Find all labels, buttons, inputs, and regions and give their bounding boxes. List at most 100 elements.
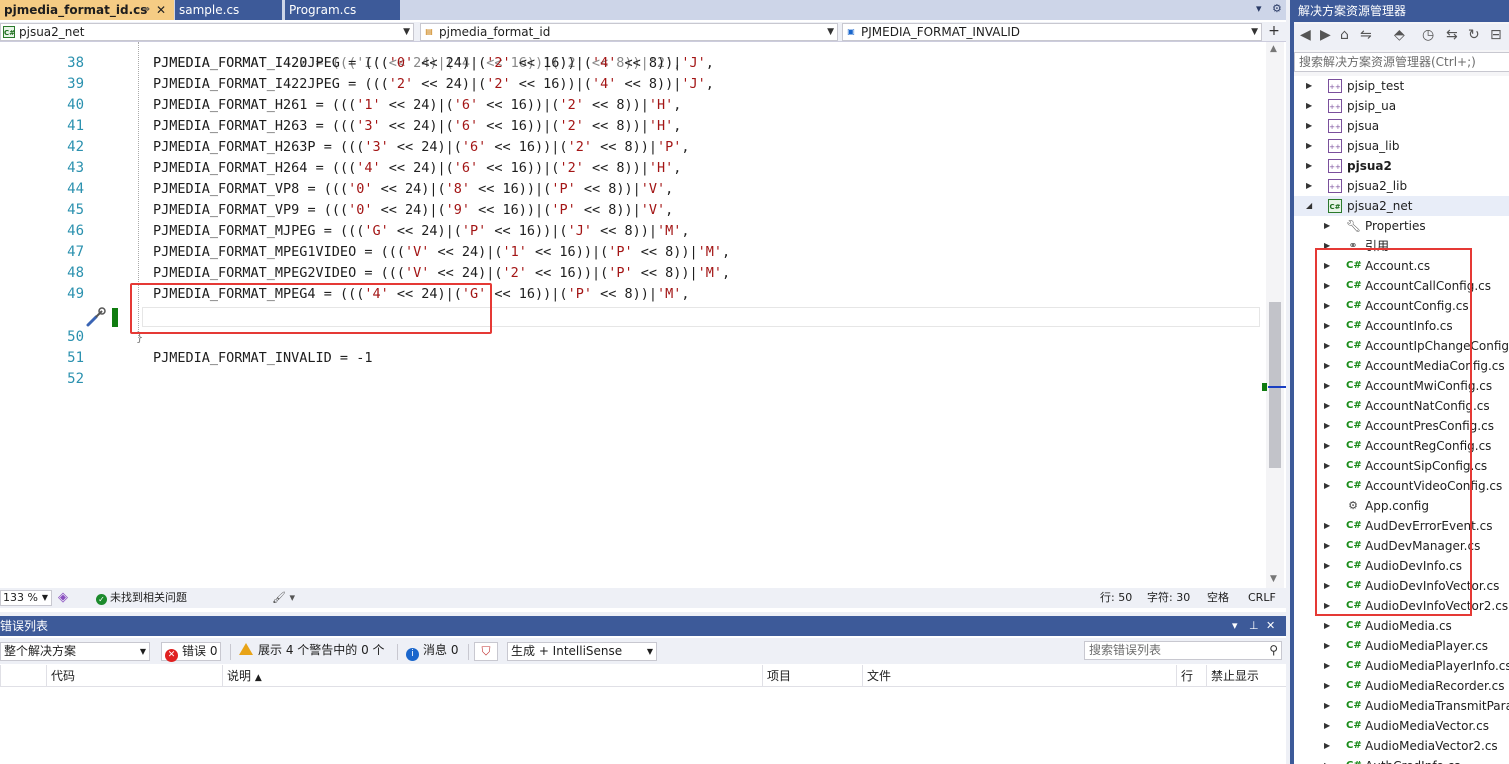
file-node[interactable]: ▶ C#AudioMediaTransmitParam.cs bbox=[1294, 696, 1509, 716]
column-header-description[interactable]: 说明 ▲ bbox=[222, 665, 762, 687]
back-icon[interactable]: ◀ bbox=[1300, 27, 1311, 43]
settings-icon[interactable]: ⚙ bbox=[1272, 2, 1282, 15]
chevron-right-icon[interactable]: ▶ bbox=[1324, 696, 1330, 716]
source-combo[interactable]: 生成 + IntelliSense ▼ bbox=[507, 642, 657, 661]
switch-views-icon[interactable]: ⇋ bbox=[1360, 27, 1372, 43]
close-icon[interactable]: ✕ bbox=[156, 0, 166, 20]
column-header-code[interactable]: 代码 bbox=[46, 665, 222, 687]
history-icon[interactable]: ◷ bbox=[1422, 27, 1434, 43]
chevron-right-icon[interactable]: ▶ bbox=[1324, 616, 1330, 636]
char-literal: 'V' bbox=[404, 244, 430, 260]
scrollbar-thumb[interactable] bbox=[1269, 302, 1281, 468]
chevron-right-icon[interactable]: ▶ bbox=[1324, 656, 1330, 676]
home-icon[interactable]: ⌂ bbox=[1340, 27, 1349, 43]
file-node[interactable]: ▶ C# AudioMediaPlayerInfo.cs bbox=[1294, 656, 1509, 676]
column-header-project[interactable]: 项目 bbox=[762, 665, 862, 687]
chevron-right-icon[interactable]: ▶ bbox=[1306, 156, 1312, 176]
type-combo[interactable]: ▤ pjmedia_format_id ▼ bbox=[420, 23, 838, 41]
dropdown-icon[interactable]: ▾ bbox=[1232, 616, 1238, 636]
project-node[interactable]: ▶ ++ pjsip_test bbox=[1294, 76, 1509, 96]
chevron-right-icon[interactable]: ▶ bbox=[1306, 96, 1312, 116]
file-node[interactable]: ▶ C# AudioMediaPlayer.cs bbox=[1294, 636, 1509, 656]
chevron-right-icon[interactable]: ▶ bbox=[1324, 716, 1330, 736]
error-list-toolbar: 整个解决方案 ▼ ✕ 错误 0 展示 4 个警告中的 0 个 i 消息 0 ⛉ 生成… bbox=[0, 638, 1286, 664]
column-header-blank[interactable] bbox=[0, 665, 46, 687]
tab-sample[interactable]: sample.cs bbox=[175, 0, 282, 20]
char-indicator[interactable]: 字符: 30 bbox=[1147, 588, 1190, 608]
zoom-combo[interactable]: 133 % ▼ bbox=[0, 590, 52, 606]
solution-search-input[interactable]: 搜索解决方案资源管理器(Ctrl+;) bbox=[1294, 52, 1509, 72]
chevron-right-icon[interactable]: ▶ bbox=[1324, 636, 1330, 656]
char-literal: 'M' bbox=[697, 265, 723, 281]
scroll-down-icon[interactable]: ▼ bbox=[1270, 574, 1277, 584]
pin-icon[interactable]: ⇒ bbox=[142, 0, 150, 20]
forward-icon[interactable]: ▶ bbox=[1320, 27, 1331, 43]
project-node[interactable]: ▶ ++ pjsua bbox=[1294, 116, 1509, 136]
project-node[interactable]: ▶ ++ pjsua_lib bbox=[1294, 136, 1509, 156]
column-header-suppression[interactable]: 禁止显示 bbox=[1206, 665, 1258, 687]
chevron-right-icon[interactable]: ▶ bbox=[1324, 736, 1330, 756]
line-number: 49 bbox=[67, 286, 84, 302]
code-token: PJMEDIA_FORMAT_H264 bbox=[153, 160, 308, 176]
code-token: << 8))| bbox=[632, 265, 698, 281]
quick-actions-screwdriver-icon[interactable] bbox=[85, 306, 107, 328]
code-token: << 24)|( bbox=[413, 76, 487, 92]
copilot-icon[interactable]: ◈ bbox=[58, 588, 68, 608]
expanded-chevron-icon[interactable]: ◢ bbox=[1306, 196, 1312, 216]
project-node[interactable]: ▶ ++ pjsua2 bbox=[1294, 156, 1509, 176]
project-node[interactable]: ▶ ++ pjsip_ua bbox=[1294, 96, 1509, 116]
scope-combo[interactable]: 整个解决方案 ▼ bbox=[0, 642, 150, 661]
pin-icon[interactable]: ⊥ bbox=[1249, 616, 1259, 636]
code-token: << 8))| bbox=[583, 97, 649, 113]
project-node-active[interactable]: ◢ C# pjsua2_net bbox=[1294, 196, 1509, 216]
properties-node[interactable]: ▶ 🔧︎ Properties bbox=[1294, 216, 1509, 236]
split-editor-icon[interactable]: + bbox=[1265, 22, 1283, 42]
sync-icon[interactable]: ⇆ bbox=[1446, 27, 1458, 43]
chevron-right-icon[interactable]: ▶ bbox=[1324, 676, 1330, 696]
chevron-right-icon[interactable]: ▶ bbox=[1324, 216, 1330, 236]
annotation-highlight-box bbox=[130, 283, 492, 334]
line-ending-indicator[interactable]: CRLF bbox=[1248, 588, 1276, 608]
chevron-right-icon[interactable]: ▶ bbox=[1306, 116, 1312, 136]
project-combo[interactable]: C# pjsua2_net ▼ bbox=[0, 23, 414, 41]
tab-program[interactable]: Program.cs bbox=[285, 0, 400, 20]
char-literal: 'H' bbox=[648, 160, 674, 176]
messages-filter-button[interactable]: i 消息 0 bbox=[403, 642, 461, 661]
filter-icon[interactable]: ⛉ bbox=[474, 642, 498, 661]
chevron-right-icon[interactable]: ▶ bbox=[1306, 76, 1312, 96]
chevron-down-icon: ▼ bbox=[139, 647, 146, 656]
chevron-right-icon[interactable]: ▶ bbox=[1324, 756, 1330, 764]
close-icon[interactable]: ✕ bbox=[1266, 616, 1275, 636]
tab-dropdown-icon[interactable]: ▾ bbox=[1256, 2, 1262, 15]
file-node[interactable]: ▶ C# AudioMediaVector2.cs bbox=[1294, 736, 1509, 756]
line-indicator[interactable]: 行: 50 bbox=[1100, 588, 1132, 608]
issues-indicator[interactable]: ✓ 未找到相关问题 bbox=[96, 588, 187, 608]
code-token: << 16))|( bbox=[478, 118, 560, 134]
errors-filter-button[interactable]: ✕ 错误 0 bbox=[161, 642, 222, 662]
whitespace-indicator[interactable]: 空格 bbox=[1207, 588, 1229, 608]
error-search-input[interactable]: 搜索错误列表 ⚲ bbox=[1084, 641, 1282, 660]
file-node[interactable]: ▶ C# AudioMediaVector.cs bbox=[1294, 716, 1509, 736]
vertical-scrollbar[interactable]: ▲ ▼ bbox=[1266, 42, 1284, 588]
collapse-all-icon[interactable]: ⊟ bbox=[1490, 27, 1502, 43]
code-token: << 24)|( bbox=[388, 223, 462, 239]
csharp-file-icon: C# bbox=[1346, 640, 1362, 651]
line-number: 38 bbox=[67, 55, 84, 71]
warnings-filter-button[interactable]: 展示 4 个警告中的 0 个 bbox=[236, 642, 388, 661]
file-node[interactable]: ▶ C# AudioMedia.cs bbox=[1294, 616, 1509, 636]
scroll-up-icon[interactable]: ▲ bbox=[1270, 44, 1277, 54]
pending-changes-icon[interactable]: ⬘ bbox=[1394, 27, 1405, 43]
brush-icon[interactable]: 🖌︎ ▾ bbox=[272, 588, 295, 608]
column-header-line[interactable]: 行 bbox=[1176, 665, 1206, 687]
tab-pjmedia-format-id[interactable]: pjmedia_format_id.cs ⇒ ✕ bbox=[0, 0, 174, 20]
refresh-icon[interactable]: ↻ bbox=[1468, 27, 1480, 43]
project-node[interactable]: ▶ ++ pjsua2_lib bbox=[1294, 176, 1509, 196]
chevron-right-icon[interactable]: ▶ bbox=[1306, 136, 1312, 156]
column-header-file[interactable]: 文件 bbox=[862, 665, 1176, 687]
chevron-right-icon[interactable]: ▶ bbox=[1306, 176, 1312, 196]
file-node[interactable]: ▶ C#AuthCredInfo.cs bbox=[1294, 756, 1509, 764]
member-combo[interactable]: ▣ PJMEDIA_FORMAT_INVALID ▼ bbox=[842, 23, 1262, 41]
char-literal: 'H' bbox=[648, 97, 674, 113]
file-node[interactable]: ▶ C# AudioMediaRecorder.cs bbox=[1294, 676, 1509, 696]
cpp-project-icon: ++ bbox=[1328, 179, 1342, 193]
